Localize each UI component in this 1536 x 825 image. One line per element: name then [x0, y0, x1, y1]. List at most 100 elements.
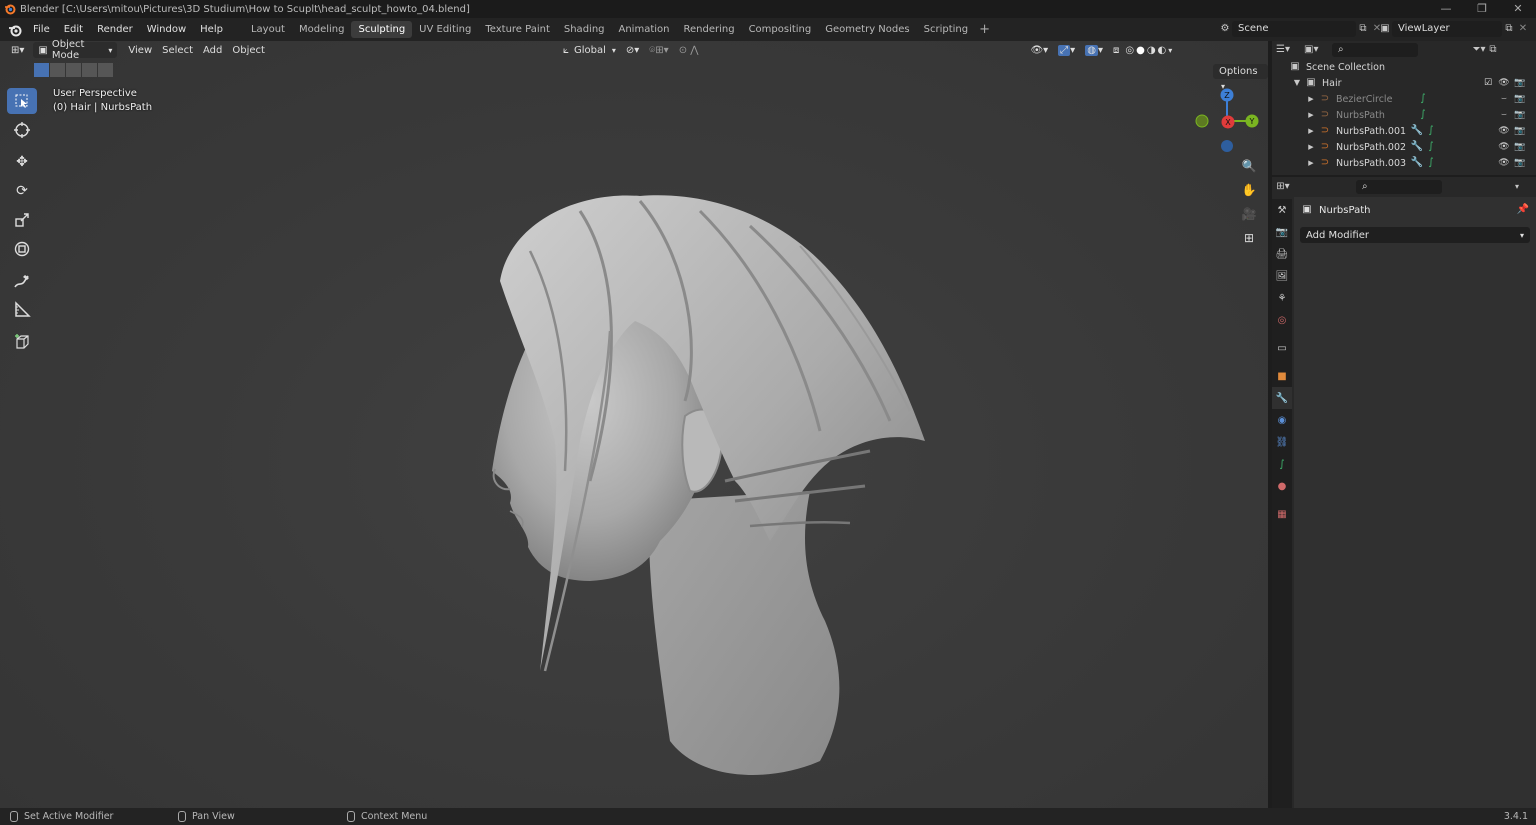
outliner-row-object[interactable]: ▶ ⊃ NurbsPath ∫ ⌣ 📷	[1272, 107, 1536, 123]
tab-modeling[interactable]: Modeling	[292, 21, 352, 38]
select-extend-icon[interactable]	[50, 63, 65, 77]
particles-tab-icon[interactable]: ◉	[1272, 409, 1292, 431]
3d-viewport[interactable]: ⊞▾ ▣ Object Mode ▾ View Select Add Objec…	[0, 39, 1268, 808]
tab-animation[interactable]: Animation	[612, 21, 677, 38]
scene-field[interactable]: Scene	[1232, 21, 1356, 37]
menu-help[interactable]: Help	[193, 18, 230, 41]
camera-icon[interactable]: 📷	[1512, 107, 1528, 123]
modifier-tab-icon[interactable]: 🔧	[1272, 387, 1292, 409]
curve-data-icon[interactable]: ∫	[1416, 108, 1430, 122]
chevron-down-icon[interactable]: ▾	[1510, 180, 1524, 194]
eye-closed-icon[interactable]: ⌣	[1496, 107, 1512, 123]
disclosure-closed-icon[interactable]: ▶	[1304, 124, 1318, 138]
eye-icon[interactable]: 👁	[1496, 155, 1512, 171]
tab-texture-paint[interactable]: Texture Paint	[478, 21, 557, 38]
pan-hand-icon[interactable]: ✋	[1238, 179, 1260, 201]
tab-uv-editing[interactable]: UV Editing	[412, 21, 478, 38]
outliner-search-input[interactable]: ⌕	[1332, 43, 1418, 57]
tab-rendering[interactable]: Rendering	[676, 21, 741, 38]
curve-data-icon[interactable]: ∫	[1424, 140, 1438, 154]
outliner-row-object[interactable]: ▶ ⊃ NurbsPath.003 🔧 ∫ 👁 📷	[1272, 155, 1536, 171]
measure-tool-icon[interactable]	[7, 297, 37, 323]
tab-sculpting[interactable]: Sculpting	[351, 21, 413, 38]
disclosure-closed-icon[interactable]: ▶	[1304, 156, 1318, 170]
select-subtract-icon[interactable]	[66, 63, 81, 77]
outliner-row-scene-collection[interactable]: ▣ Scene Collection	[1272, 59, 1536, 75]
disclosure-open-icon[interactable]: ▼	[1290, 76, 1304, 90]
menu-add[interactable]: Add	[198, 42, 227, 58]
shading-options-icon[interactable]: ▾	[1167, 42, 1173, 58]
select-box-tool-icon[interactable]	[7, 88, 37, 114]
checkbox-icon[interactable]: ☑	[1480, 75, 1496, 91]
collection-tab-icon[interactable]: ▭	[1272, 337, 1292, 359]
new-scene-icon[interactable]: ⧉	[1356, 22, 1370, 36]
camera-view-icon[interactable]: 🎥	[1238, 203, 1260, 225]
orientation-dropdown[interactable]: ⟀ Global ▾	[558, 42, 621, 58]
filter-icon[interactable]: ⏷▾	[1472, 43, 1486, 57]
scene-tab-icon[interactable]: ⚘	[1272, 287, 1292, 309]
wrench-icon[interactable]: 🔧	[1410, 140, 1424, 154]
move-tool-icon[interactable]: ✥	[7, 149, 37, 175]
curve-data-icon[interactable]: ∫	[1424, 124, 1438, 138]
eye-icon[interactable]: 👁	[1496, 139, 1512, 155]
shading-rendered-icon[interactable]: ◐	[1157, 42, 1168, 58]
tab-scripting[interactable]: Scripting	[917, 21, 975, 38]
constraints-tab-icon[interactable]: ⛓	[1272, 431, 1292, 453]
view-layer-tab-icon[interactable]: 🖼	[1272, 265, 1292, 287]
restore-button[interactable]: ❐	[1464, 0, 1500, 18]
outliner-row-object[interactable]: ▶ ⊃ NurbsPath.002 🔧 ∫ 👁 📷	[1272, 139, 1536, 155]
navigation-gizmo[interactable]: Z Y X	[1190, 86, 1265, 156]
select-invert-icon[interactable]	[82, 63, 97, 77]
sculpted-head-model[interactable]	[470, 151, 950, 791]
shading-solid-icon[interactable]: ●	[1135, 42, 1146, 58]
snap-icon[interactable]: ⌾⊞▾	[644, 42, 673, 58]
output-tab-icon[interactable]: 🖨	[1272, 243, 1292, 265]
data-tab-icon[interactable]: ∫	[1272, 453, 1292, 475]
menu-view[interactable]: View	[123, 42, 157, 58]
gizmo-toggle-icon[interactable]: ⤢ ▾	[1053, 42, 1080, 58]
cursor-tool-icon[interactable]	[7, 117, 37, 143]
eye-closed-icon[interactable]: ⌣	[1496, 91, 1512, 107]
wrench-icon[interactable]: 🔧	[1410, 124, 1424, 138]
tab-shading[interactable]: Shading	[557, 21, 612, 38]
tab-layout[interactable]: Layout	[244, 21, 292, 38]
shading-wireframe-icon[interactable]: ◎	[1124, 42, 1135, 58]
curve-data-icon[interactable]: ∫	[1416, 92, 1430, 106]
texture-tab-icon[interactable]: ▦	[1272, 503, 1292, 525]
menu-edit[interactable]: Edit	[57, 18, 90, 41]
proportional-edit-icon[interactable]: ⊙ ⋀	[674, 42, 704, 58]
select-intersect-icon[interactable]	[98, 63, 113, 77]
scene-icon[interactable]: ⚙	[1218, 22, 1232, 36]
mode-dropdown[interactable]: ▣ Object Mode ▾	[33, 39, 118, 61]
new-viewlayer-icon[interactable]: ⧉	[1502, 22, 1516, 36]
disclosure-closed-icon[interactable]: ▶	[1304, 108, 1318, 122]
visibility-icon[interactable]: 👁▾	[1025, 42, 1053, 58]
disclosure-closed-icon[interactable]: ▶	[1304, 140, 1318, 154]
menu-select[interactable]: Select	[157, 42, 198, 58]
curve-data-icon[interactable]: ∫	[1424, 156, 1438, 170]
blender-menu-icon[interactable]	[8, 23, 22, 37]
new-collection-icon[interactable]: ⧉	[1486, 43, 1500, 57]
pivot-point-icon[interactable]: ⊘▾	[621, 42, 644, 58]
outliner-row-hair[interactable]: ▼ ▣ Hair ☑ 👁 📷	[1272, 75, 1536, 91]
render-tab-icon[interactable]: 📷	[1272, 221, 1292, 243]
menu-window[interactable]: Window	[140, 18, 193, 41]
properties-editor-icon[interactable]: ⊞▾	[1276, 180, 1290, 194]
zoom-icon[interactable]: 🔍	[1238, 155, 1260, 177]
transform-tool-icon[interactable]	[7, 236, 37, 262]
close-button[interactable]: ✕	[1500, 0, 1536, 18]
camera-icon[interactable]: 📷	[1512, 91, 1528, 107]
menu-file[interactable]: File	[26, 18, 57, 41]
annotate-tool-icon[interactable]	[7, 268, 37, 294]
options-dropdown[interactable]: Options ▾	[1213, 64, 1268, 91]
world-tab-icon[interactable]: ◎	[1272, 309, 1292, 331]
menu-render[interactable]: Render	[90, 18, 140, 41]
tool-tab-icon[interactable]: ⚒	[1272, 199, 1292, 221]
properties-search-input[interactable]: ⌕	[1356, 180, 1442, 194]
delete-viewlayer-icon[interactable]: ✕	[1516, 22, 1530, 36]
camera-icon[interactable]: 📷	[1512, 75, 1528, 91]
eye-icon[interactable]: 👁	[1496, 123, 1512, 139]
camera-icon[interactable]: 📷	[1512, 139, 1528, 155]
xray-icon[interactable]: ⧈	[1108, 42, 1124, 58]
camera-icon[interactable]: 📷	[1512, 155, 1528, 171]
